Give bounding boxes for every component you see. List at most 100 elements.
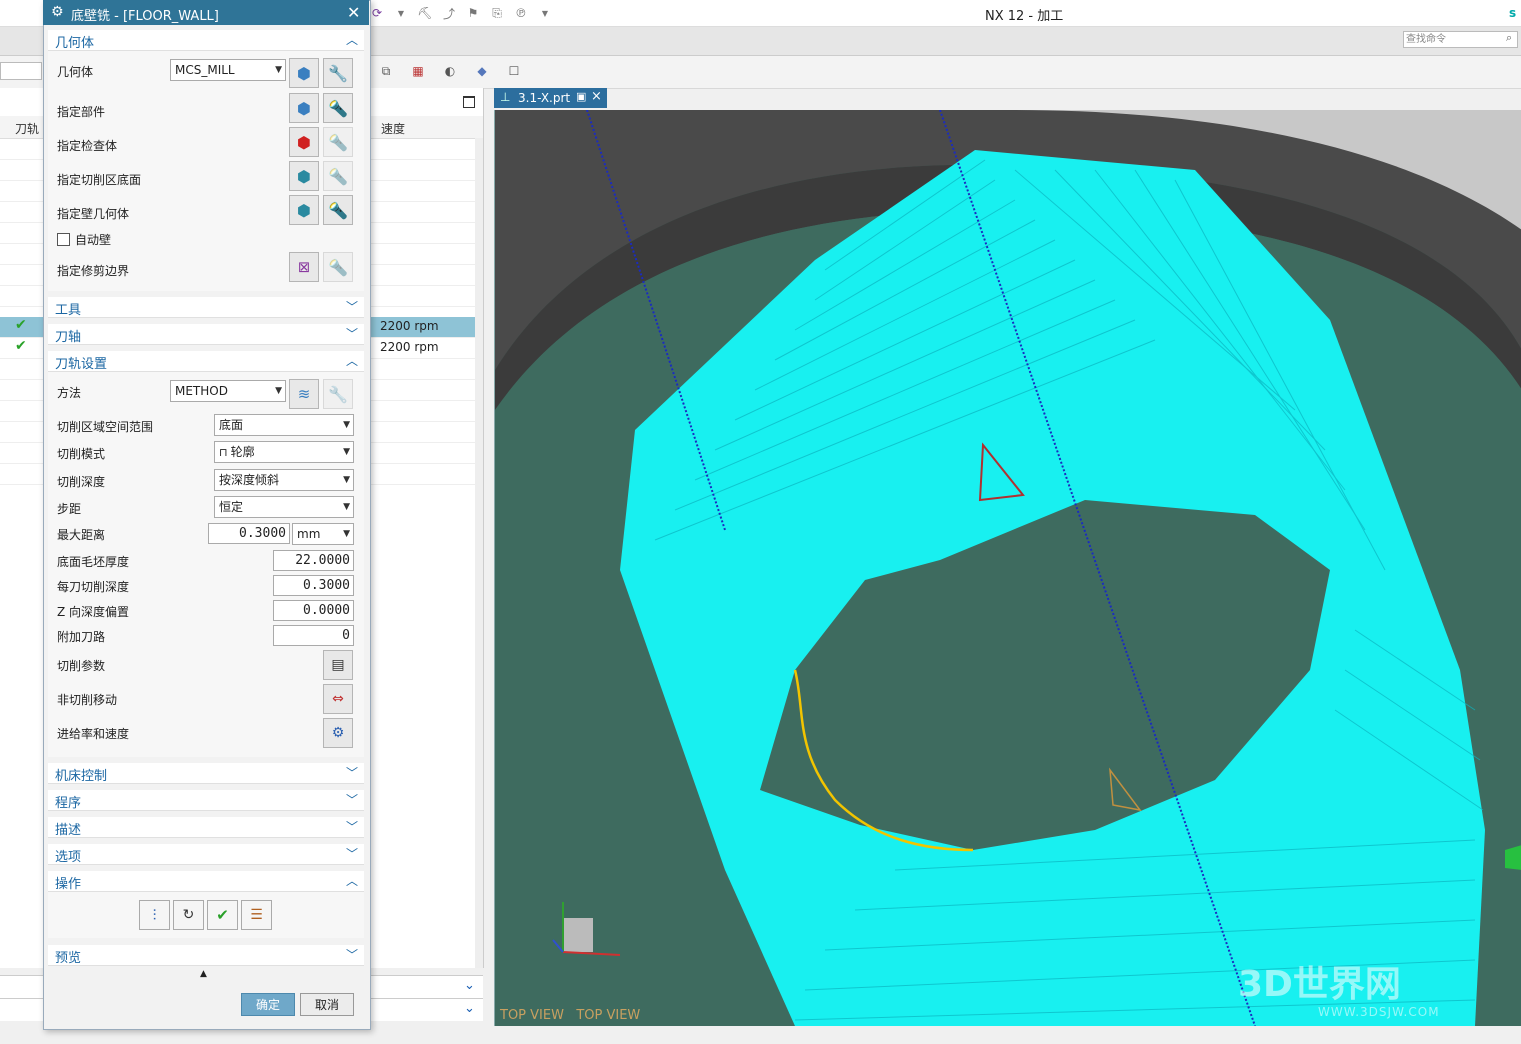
chevron-down-icon[interactable]: ﹀ [346, 325, 358, 342]
feeds-label: 进给率和速度 [57, 727, 130, 741]
select-trim-button[interactable]: ⊠ [289, 252, 319, 282]
auto-wall-checkbox[interactable] [57, 233, 70, 246]
floor-blank-field[interactable]: 22.0000 [273, 550, 354, 571]
close-icon[interactable]: ✕ [347, 3, 360, 22]
flashlight-icon: 🔦 [328, 200, 348, 220]
stepover-label: 步距 [57, 502, 82, 516]
max-distance-unit-select[interactable]: mm ▼ [292, 523, 354, 545]
cut-params-label: 切削参数 [57, 659, 106, 673]
cut-depth-value: 按深度倾斜 [219, 473, 280, 487]
program-icon[interactable]: ⎘ [488, 5, 506, 21]
select-check-button[interactable]: ⬢ [289, 127, 319, 157]
cut-range-select[interactable]: 底面 ▼ [214, 414, 354, 436]
section-description[interactable]: 描述 ﹀ [48, 817, 364, 838]
chevron-down-icon[interactable]: ﹀ [346, 818, 358, 835]
section-axis-label: 刀轴 [55, 330, 82, 345]
section-options[interactable]: 选项 ﹀ [48, 844, 364, 865]
cancel-button[interactable]: 取消 [300, 993, 354, 1016]
floor-blank-label: 底面毛坯厚度 [57, 555, 130, 569]
gear-icon[interactable]: ⚙ [51, 4, 64, 20]
method-icon: ≋ [297, 385, 311, 403]
show-wall-button[interactable]: 🔦 [323, 195, 353, 225]
section-path-settings[interactable]: 刀轨设置 ︿ [48, 351, 364, 372]
graphics-viewport[interactable] [494, 110, 1521, 1026]
section-machine-control[interactable]: 机床控制 ﹀ [48, 763, 364, 784]
edit-geometry-button[interactable]: 🔧 [323, 58, 353, 88]
frame-icon[interactable]: ☐ [503, 62, 525, 80]
section-tool[interactable]: 工具 ﹀ [48, 297, 364, 318]
maximize-icon[interactable] [463, 96, 475, 108]
chevron-down-icon[interactable]: ⌄ [464, 978, 475, 993]
new-method-button[interactable]: ≋ [289, 379, 319, 409]
select-floor-button[interactable]: ⬢ [289, 161, 319, 191]
show-floor-button[interactable]: 🔦 [323, 161, 353, 191]
part-icon: ⊥ [500, 90, 511, 104]
dropdown-arrow-icon: ▼ [275, 386, 282, 396]
grid-view-icon[interactable]: ▦ [407, 62, 429, 80]
edit-method-button[interactable]: 🔧 [323, 379, 353, 409]
render-style-icon[interactable]: ◐ [439, 62, 461, 80]
depth-per-cut-field[interactable]: 0.3000 [273, 575, 354, 596]
z-offset-field[interactable]: 0.0000 [273, 600, 354, 621]
watermark-url: WWW.3DSJW.COM [1318, 1005, 1440, 1019]
show-check-button[interactable]: 🔦 [323, 127, 353, 157]
tool-icon[interactable]: ⛏ [416, 5, 434, 21]
chevron-up-icon[interactable]: ︿ [346, 872, 358, 889]
section-preview[interactable]: 预览 ﹀ [48, 945, 364, 966]
non-cut-moves-icon: ⇔ [332, 691, 344, 707]
cut-pattern-select[interactable]: ⊓ 轮廓 ▼ [214, 441, 354, 463]
chevron-up-icon[interactable]: ︿ [346, 31, 358, 48]
ok-button[interactable]: 确定 [241, 993, 295, 1016]
navigator-scrollbar[interactable] [475, 138, 483, 968]
chevron-down-icon[interactable]: ﹀ [346, 946, 358, 963]
cut-params-button[interactable]: ▤ [323, 650, 353, 680]
route-icon[interactable]: ⤴ [440, 5, 458, 21]
more-icon[interactable]: ▼ [536, 5, 554, 21]
specify-check-label: 指定检查体 [57, 139, 118, 153]
layer-icon[interactable]: ⧉ [375, 62, 397, 80]
section-geometry[interactable]: 几何体 ︿ [48, 30, 364, 51]
chevron-down-icon[interactable]: ⌄ [464, 1001, 475, 1016]
non-cut-button[interactable]: ⇔ [323, 684, 353, 714]
chevron-down-icon[interactable]: ﹀ [346, 791, 358, 808]
wall-icon: ⬢ [297, 200, 311, 220]
new-geometry-button[interactable]: ⬢ [289, 58, 319, 88]
search-icon[interactable]: ⌕ [1506, 31, 1512, 45]
verify-button[interactable]: ✔ [207, 900, 238, 930]
section-program[interactable]: 程序 ﹀ [48, 790, 364, 811]
section-actions[interactable]: 操作 ︿ [48, 871, 364, 892]
cube-icon[interactable]: ◆ [471, 62, 493, 80]
stepover-select[interactable]: 恒定 ▼ [214, 496, 354, 518]
generate-button[interactable]: ⫶ [139, 900, 170, 930]
chevron-up-icon[interactable]: ︿ [346, 352, 358, 369]
part-file-tab[interactable]: ⊥ 3.1-X.prt ▣ × [494, 88, 607, 108]
method-select[interactable]: METHOD ▼ [170, 380, 286, 402]
extra-paths-field[interactable]: 0 [273, 625, 354, 646]
column-toolpath[interactable]: 刀轨 [15, 120, 39, 137]
section-tool-axis[interactable]: 刀轴 ﹀ [48, 324, 364, 345]
toolpath-scene [495, 110, 1521, 1026]
replay-button[interactable]: ↻ [173, 900, 204, 930]
selection-filter-input[interactable] [0, 62, 42, 80]
cut-depth-select[interactable]: 按深度倾斜 ▼ [214, 469, 354, 491]
collapse-up-icon[interactable]: ▲ [200, 969, 207, 979]
show-trim-button[interactable]: 🔦 [323, 252, 353, 282]
column-speed[interactable]: 速度 [381, 120, 405, 137]
speed-cell: 2200 rpm [380, 319, 439, 333]
list-button[interactable]: ☰ [241, 900, 272, 930]
dropdown-icon[interactable]: ▼ [392, 5, 410, 21]
geometry-select[interactable]: MCS_MILL ▼ [170, 59, 286, 81]
param-icon[interactable]: ℗ [512, 5, 530, 21]
flag-icon[interactable]: ⚑ [464, 5, 482, 21]
show-part-button[interactable]: 🔦 [323, 93, 353, 123]
chevron-down-icon[interactable]: ﹀ [346, 764, 358, 781]
chevron-down-icon[interactable]: ﹀ [346, 845, 358, 862]
chevron-down-icon[interactable]: ﹀ [346, 298, 358, 315]
command-search-input[interactable]: 查找命令 [1403, 31, 1518, 48]
view-toolbar: ⧉ ▦ ◐ ◆ ☐ [375, 62, 525, 80]
close-tab-icon[interactable]: × [591, 89, 602, 104]
select-part-button[interactable]: ⬢ [289, 93, 319, 123]
max-distance-field[interactable]: 0.3000 [208, 523, 290, 544]
select-wall-button[interactable]: ⬢ [289, 195, 319, 225]
feeds-speeds-button[interactable]: ⚙ [323, 718, 353, 748]
